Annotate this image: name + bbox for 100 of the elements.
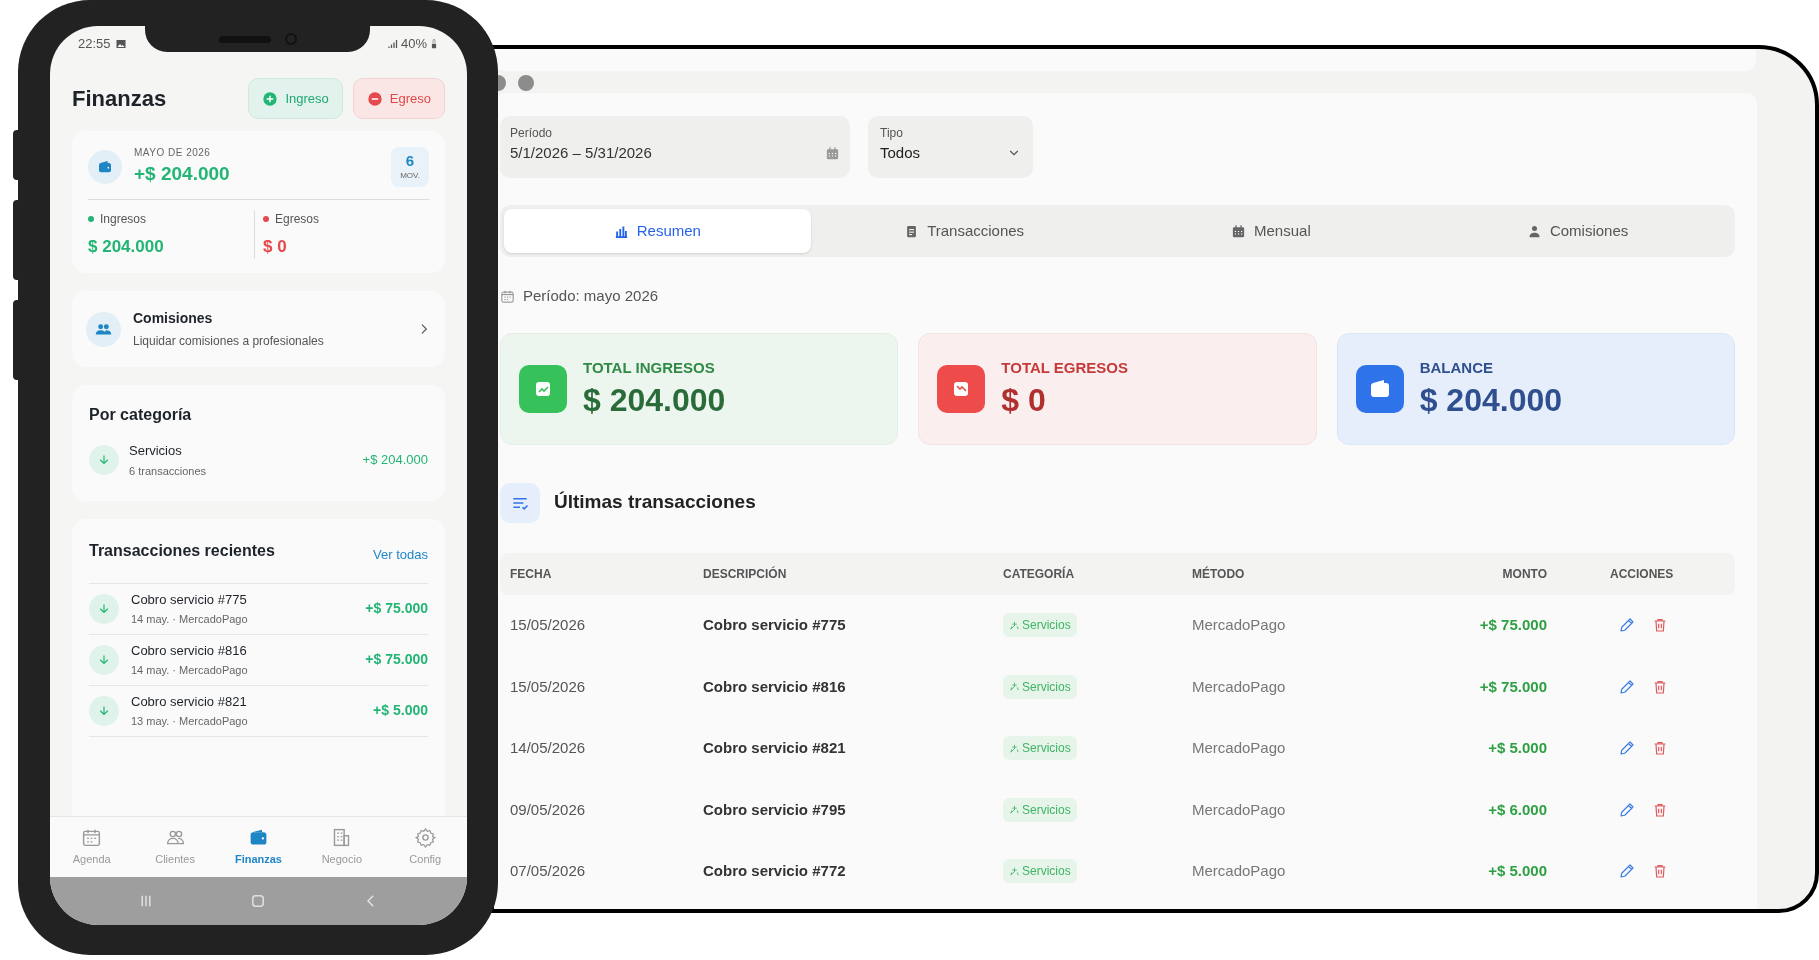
commissions-card[interactable]: Comisiones Liquidar comisiones a profesionales bbox=[72, 291, 445, 367]
period-note: Período: mayo 2026 bbox=[523, 286, 659, 306]
date-range-field[interactable]: Período 5/1/2026 – 5/31/2026 bbox=[500, 116, 850, 178]
minus-icon bbox=[366, 90, 383, 107]
status-time: 22:55 bbox=[78, 35, 111, 54]
list-check-icon bbox=[500, 482, 540, 523]
table-cell-text: +$ 75.000 bbox=[1478, 615, 1548, 635]
column-header: MONTO bbox=[1501, 565, 1548, 583]
column-header: DESCRIPCIÓN bbox=[703, 565, 788, 583]
card-value: $ 204.000 bbox=[1419, 380, 1562, 420]
nav-tab[interactable]: Finanzas bbox=[226, 826, 291, 868]
breakdown-value: $ 0 bbox=[263, 235, 288, 258]
tab[interactable]: Resumen bbox=[504, 209, 811, 253]
card-value: $ 0 bbox=[1001, 380, 1047, 420]
transaction-name: Cobro servicio #816 bbox=[131, 641, 248, 660]
card-label: BALANCE bbox=[1419, 358, 1494, 379]
arrow-down-icon bbox=[89, 593, 119, 624]
table-cell-text: MercadoPago bbox=[1192, 676, 1287, 697]
calendar-icon bbox=[500, 288, 515, 304]
table-cell-text: 09/05/2026 bbox=[509, 799, 587, 820]
signal-icon bbox=[386, 38, 399, 50]
transaction-meta: 13 may. · MercadoPago bbox=[131, 714, 249, 729]
settings-icon bbox=[414, 826, 436, 848]
table-cell-text: MercadoPago bbox=[1192, 861, 1287, 881]
transaction-amount: +$ 75.000 bbox=[365, 599, 428, 618]
wallet-icon bbox=[88, 149, 122, 184]
calendar-icon bbox=[825, 145, 840, 161]
tab[interactable]: Mensual bbox=[1117, 209, 1425, 253]
edit-button[interactable] bbox=[1618, 739, 1636, 758]
transaction-meta: 14 may. · MercadoPago bbox=[131, 612, 249, 627]
delete-button[interactable] bbox=[1652, 617, 1668, 634]
category-name: Servicios bbox=[129, 442, 183, 460]
transaction-name: Cobro servicio #775 bbox=[131, 590, 248, 609]
delete-button[interactable] bbox=[1652, 863, 1668, 880]
table-cell-text: 15/05/2026 bbox=[509, 676, 587, 697]
transaction-row[interactable]: Cobro servicio #821 13 may. · MercadoPago +$ 5.000 bbox=[89, 684, 428, 736]
field-value: Todos bbox=[880, 143, 921, 163]
arrow-down-icon bbox=[89, 695, 119, 726]
page-title: Finanzas bbox=[72, 85, 167, 113]
column-header: CATEGORÍA bbox=[1003, 565, 1076, 583]
table-cell-text: Cobro servicio #775 bbox=[703, 615, 847, 635]
type-dropdown[interactable]: Tipo Todos bbox=[868, 116, 1033, 178]
table-cell-text: MercadoPago bbox=[1192, 799, 1287, 820]
category-tag-label: Servicios bbox=[1022, 801, 1071, 819]
section-title: Últimas transacciones bbox=[554, 490, 756, 515]
count-value: 6 bbox=[405, 151, 415, 170]
breakdown-label: Ingresos bbox=[100, 210, 147, 228]
people-icon bbox=[86, 311, 121, 347]
commissions-title: Comisiones bbox=[133, 309, 214, 328]
table-cell-text: +$ 75.000 bbox=[1478, 676, 1548, 697]
count-label: MOV. bbox=[400, 169, 420, 182]
field-label: Tipo bbox=[880, 125, 904, 142]
table-cell-text: 15/05/2026 bbox=[509, 615, 587, 635]
card-value: $ 204.000 bbox=[583, 380, 726, 420]
arrow-down-icon bbox=[89, 644, 119, 675]
table-cell-text: 14/05/2026 bbox=[509, 738, 587, 758]
edit-button[interactable] bbox=[1618, 862, 1636, 881]
column-header: ACCIONES bbox=[1609, 565, 1675, 583]
plus-icon bbox=[262, 90, 279, 107]
table-cell-text: Cobro servicio #821 bbox=[703, 738, 847, 758]
expense-button[interactable]: Egreso bbox=[352, 78, 445, 119]
transaction-row[interactable]: Cobro servicio #816 14 may. · MercadoPago +$ 75.000 bbox=[89, 633, 428, 685]
column-header: FECHA bbox=[509, 565, 553, 583]
period-label: MAYO DE 2026 bbox=[134, 146, 212, 160]
category-tag-label: Servicios bbox=[1022, 740, 1071, 757]
see-all-link[interactable]: Ver todas bbox=[373, 537, 428, 565]
commissions-subtitle: Liquidar comisiones a profesionales bbox=[133, 333, 325, 350]
table-cell-text: +$ 6.000 bbox=[1487, 799, 1548, 820]
field-label: Período bbox=[510, 125, 554, 142]
breakdown-value: $ 204.000 bbox=[88, 235, 165, 258]
transaction-amount: +$ 75.000 bbox=[365, 650, 428, 669]
transaction-row[interactable]: Cobro servicio #775 14 may. · MercadoPago +$ 75.000 bbox=[89, 582, 428, 634]
category-amount: +$ 204.000 bbox=[362, 451, 428, 470]
table-cell-text: 07/05/2026 bbox=[509, 861, 587, 881]
card-label: TOTAL INGRESOS bbox=[583, 358, 716, 379]
table-cell-text: +$ 5.000 bbox=[1487, 861, 1548, 881]
battery-percent: 40% bbox=[400, 35, 427, 54]
edit-button[interactable] bbox=[1618, 616, 1636, 635]
tab[interactable]: Transacciones bbox=[810, 209, 1118, 253]
net-total: +$ 204.000 bbox=[134, 162, 231, 186]
table-cell-text: Cobro servicio #816 bbox=[703, 676, 847, 697]
category-tag-label: Servicios bbox=[1022, 863, 1071, 880]
column-header: MÉTODO bbox=[1192, 565, 1246, 583]
image-icon bbox=[114, 38, 127, 50]
category-tag-label: Servicios bbox=[1022, 678, 1071, 696]
card-title: Transacciones recientes bbox=[89, 540, 275, 561]
table-cell-text: +$ 5.000 bbox=[1487, 738, 1548, 758]
delete-button[interactable] bbox=[1652, 801, 1668, 818]
table-cell-text: MercadoPago bbox=[1192, 738, 1287, 758]
calendar-icon bbox=[1231, 223, 1246, 239]
card-label: TOTAL EGRESOS bbox=[1001, 358, 1128, 379]
transaction-meta: 14 may. · MercadoPago bbox=[131, 663, 249, 678]
delete-button[interactable] bbox=[1652, 740, 1668, 757]
delete-button[interactable] bbox=[1652, 678, 1668, 695]
tab[interactable]: Comisiones bbox=[1424, 209, 1731, 253]
transaction-amount: +$ 5.000 bbox=[373, 701, 428, 720]
table-cell-text: MercadoPago bbox=[1192, 615, 1287, 635]
trend-up-icon bbox=[519, 364, 567, 413]
breakdown-label: Egresos bbox=[275, 210, 320, 228]
table-cell-text: Cobro servicio #795 bbox=[703, 799, 847, 820]
